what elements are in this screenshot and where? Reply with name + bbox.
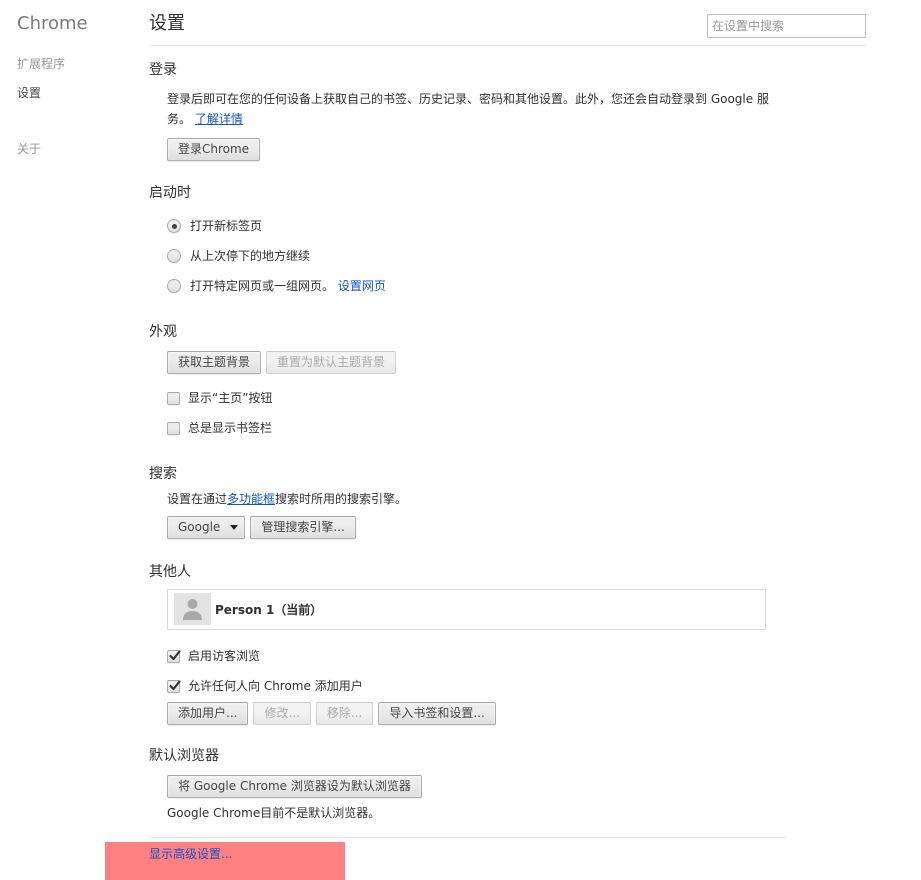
checkbox-label: 启用访客浏览 xyxy=(188,649,261,663)
edit-person-button[interactable]: 修改... xyxy=(253,702,311,725)
footer-divider xyxy=(149,837,786,838)
show-home-button-option[interactable]: 显示“主页”按钮 xyxy=(167,389,767,407)
remove-person-button[interactable]: 移除... xyxy=(315,702,374,725)
signin-description: 登录后即可在您的任何设备上获取自己的书签、历史记录、密码和其他设置。此外，您还会… xyxy=(167,89,771,129)
startup-option-label: 打开新标签页 xyxy=(190,219,263,233)
search-controls-row: Google 管理搜索引擎... xyxy=(167,516,356,539)
checkbox-label: 总是显示书签栏 xyxy=(188,421,273,435)
checkbox-label: 允许任何人向 Chrome 添加用户 xyxy=(188,679,363,693)
sidebar-item-about[interactable]: 关于 xyxy=(17,140,41,158)
default-browser-heading: 默认浏览器 xyxy=(149,748,219,764)
startup-option-new-tab[interactable]: 打开新标签页 xyxy=(167,217,767,235)
import-bookmarks-button[interactable]: 导入书签和设置... xyxy=(378,702,496,725)
default-browser-status: Google Chrome目前不是默认浏览器。 xyxy=(167,806,381,820)
startup-option-continue[interactable]: 从上次停下的地方继续 xyxy=(167,247,767,265)
checkmark-icon xyxy=(169,650,181,661)
settings-main: 设置 登录 登录后即可在您的任何设备上获取自己的书签、历史记录、密码和其他设置。… xyxy=(149,0,866,880)
startup-heading: 启动时 xyxy=(149,185,191,201)
page-title: 设置 xyxy=(149,13,185,34)
checkmark-icon xyxy=(169,680,181,691)
startup-option-label: 从上次停下的地方继续 xyxy=(190,249,311,263)
profile-list-item[interactable]: Person 1（当前） xyxy=(167,589,766,630)
search-description-suffix: 搜索时所用的搜索引擎。 xyxy=(275,492,408,506)
reset-theme-button[interactable]: 重置为默认主题背景 xyxy=(266,351,397,374)
startup-option-label-group: 打开特定网页或一组网页。 设置网页 xyxy=(190,277,386,295)
checkbox[interactable] xyxy=(167,422,180,435)
radio-button[interactable] xyxy=(167,279,181,293)
sidebar-item-extensions[interactable]: 扩展程序 xyxy=(17,55,65,73)
default-avatar-icon xyxy=(174,593,211,625)
sidebar-brand: Chrome xyxy=(17,13,88,34)
search-description: 设置在通过多功能框搜索时所用的搜索引擎。 xyxy=(167,490,407,508)
radio-dot xyxy=(171,223,177,229)
appearance-heading: 外观 xyxy=(149,324,177,340)
people-heading: 其他人 xyxy=(149,564,191,580)
signin-heading: 登录 xyxy=(149,62,177,78)
add-person-button[interactable]: 添加用户... xyxy=(167,702,249,725)
startup-option-specific-pages[interactable]: 打开特定网页或一组网页。 设置网页 xyxy=(167,277,767,295)
profile-name: Person 1（当前） xyxy=(215,603,323,617)
checkbox[interactable] xyxy=(167,392,180,405)
enable-guest-browsing-option[interactable]: 启用访客浏览 xyxy=(167,647,767,665)
dropdown-arrow-icon xyxy=(230,525,239,530)
set-pages-link[interactable]: 设置网页 xyxy=(338,279,386,293)
people-button-row: 添加用户... 修改... 移除... 导入书签和设置... xyxy=(167,702,496,725)
allow-add-person-option[interactable]: 允许任何人向 Chrome 添加用户 xyxy=(167,677,767,695)
header-divider xyxy=(149,45,866,46)
show-bookmarks-bar-option[interactable]: 总是显示书签栏 xyxy=(167,419,767,437)
checkbox-label: 显示“主页”按钮 xyxy=(188,391,273,405)
checkbox[interactable] xyxy=(167,650,181,663)
get-themes-button[interactable]: 获取主题背景 xyxy=(167,351,262,374)
signin-chrome-button[interactable]: 登录Chrome xyxy=(167,138,261,161)
search-engine-select[interactable]: Google xyxy=(167,516,246,539)
radio-button[interactable] xyxy=(167,219,181,233)
appearance-button-row: 获取主题背景 重置为默认主题背景 xyxy=(167,351,397,374)
make-default-browser-button[interactable]: 将 Google Chrome 浏览器设为默认浏览器 xyxy=(167,775,422,798)
signin-description-text: 登录后即可在您的任何设备上获取自己的书签、历史记录、密码和其他设置。此外，您还会… xyxy=(167,92,769,126)
search-heading: 搜索 xyxy=(149,466,177,482)
signin-button-row: 登录Chrome xyxy=(167,138,261,161)
search-engine-select-value: Google xyxy=(178,520,221,534)
sidebar-item-settings[interactable]: 设置 xyxy=(17,84,41,102)
show-advanced-settings-link[interactable]: 显示高级设置... xyxy=(149,845,232,863)
checkbox[interactable] xyxy=(167,680,181,693)
sidebar: Chrome 扩展程序 设置 关于 xyxy=(0,0,140,880)
radio-button[interactable] xyxy=(167,249,181,263)
default-browser-button-row: 将 Google Chrome 浏览器设为默认浏览器 xyxy=(167,775,422,798)
search-description-prefix: 设置在通过 xyxy=(167,492,228,506)
omnibox-link[interactable]: 多功能框 xyxy=(227,492,275,506)
manage-search-engines-button[interactable]: 管理搜索引擎... xyxy=(250,516,356,539)
settings-search-input[interactable] xyxy=(707,14,866,38)
startup-option-label: 打开特定网页或一组网页。 xyxy=(190,279,335,293)
learn-more-link[interactable]: 了解详情 xyxy=(195,112,243,126)
